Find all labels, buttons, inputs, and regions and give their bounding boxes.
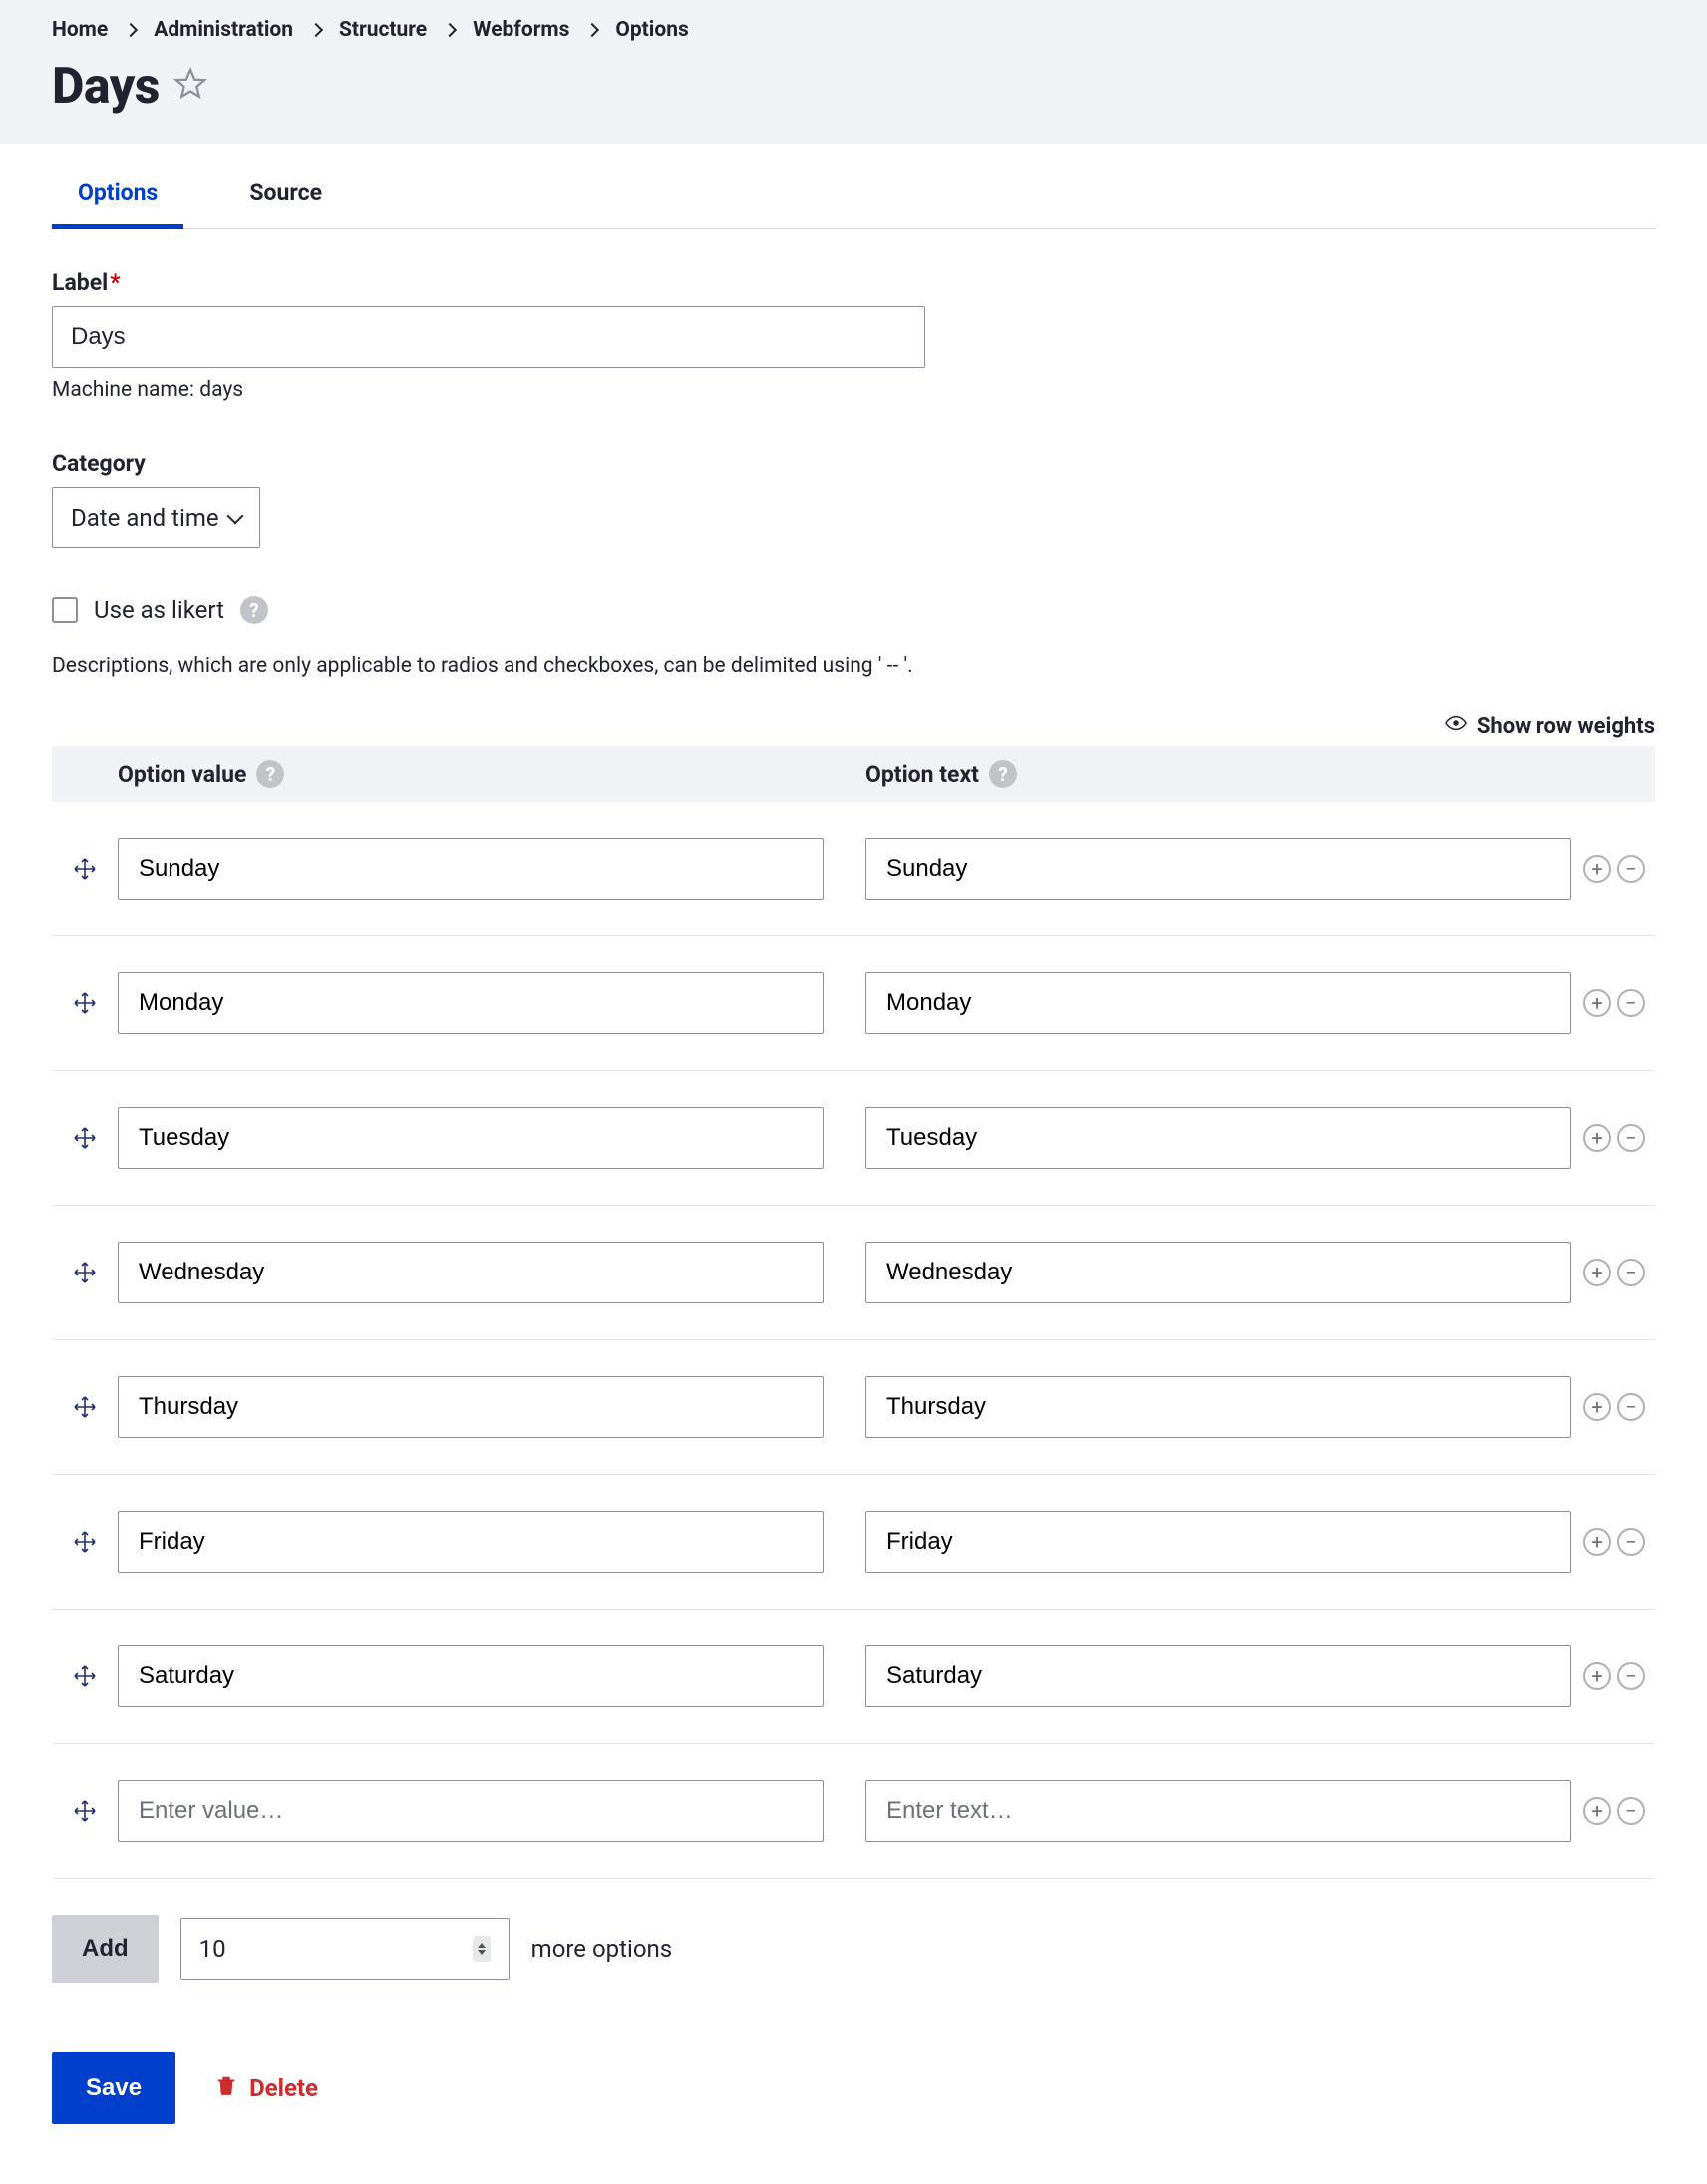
label-field-label: Label* (52, 269, 1655, 296)
remove-row-icon[interactable]: − (1617, 1797, 1645, 1825)
drag-handle-icon[interactable] (52, 1530, 118, 1554)
trash-icon (215, 2073, 237, 2103)
breadcrumb-item-options[interactable]: Options (615, 18, 688, 42)
save-button[interactable]: Save (52, 2052, 175, 2124)
likert-checkbox[interactable] (52, 597, 78, 623)
drag-handle-icon[interactable] (52, 1799, 118, 1823)
option-value-input[interactable] (118, 1780, 824, 1842)
footer-actions: Save Delete (52, 2052, 1655, 2124)
number-stepper-icon[interactable] (473, 1936, 491, 1962)
label-input[interactable] (52, 306, 925, 368)
add-row-icon[interactable]: + (1583, 1662, 1611, 1690)
show-row-weights[interactable]: Show row weights (52, 712, 1655, 740)
likert-label: Use as likert (94, 596, 224, 624)
add-row-icon[interactable]: + (1583, 1797, 1611, 1825)
help-icon[interactable]: ? (240, 596, 268, 624)
add-row-icon[interactable]: + (1583, 1528, 1611, 1556)
remove-row-icon[interactable]: − (1617, 989, 1645, 1017)
remove-row-icon[interactable]: − (1617, 855, 1645, 883)
table-row: + − (52, 936, 1655, 1071)
option-value-input[interactable] (118, 1376, 824, 1438)
add-button[interactable]: Add (52, 1915, 159, 1983)
drag-handle-icon[interactable] (52, 1664, 118, 1688)
remove-row-icon[interactable]: − (1617, 1393, 1645, 1421)
drag-handle-icon[interactable] (52, 991, 118, 1015)
add-count-value: 10 (199, 1935, 226, 1963)
option-text-input[interactable] (865, 1780, 1571, 1842)
option-value-input[interactable] (118, 972, 824, 1034)
remove-row-icon[interactable]: − (1617, 1124, 1645, 1152)
breadcrumb-item-webforms[interactable]: Webforms (473, 18, 569, 42)
machine-name-text: Machine name: days (52, 378, 1655, 402)
description-note: Descriptions, which are only applicable … (52, 654, 1655, 678)
option-text-input[interactable] (865, 1376, 1571, 1438)
option-text-input[interactable] (865, 1645, 1571, 1707)
chevron-right-icon (309, 23, 323, 37)
drag-handle-icon[interactable] (52, 1126, 118, 1150)
option-value-input[interactable] (118, 1107, 824, 1169)
remove-row-icon[interactable]: − (1617, 1259, 1645, 1286)
show-row-weights-label: Show row weights (1477, 714, 1655, 739)
chevron-right-icon (585, 23, 599, 37)
drag-handle-icon[interactable] (52, 857, 118, 881)
breadcrumb-item-structure[interactable]: Structure (339, 18, 427, 42)
header-region: Home Administration Structure Webforms O… (0, 0, 1707, 144)
help-icon[interactable]: ? (256, 760, 284, 788)
table-row: + − (52, 802, 1655, 936)
option-text-input[interactable] (865, 1242, 1571, 1303)
add-row-icon[interactable]: + (1583, 1124, 1611, 1152)
option-text-input[interactable] (865, 972, 1571, 1034)
eye-icon (1445, 712, 1467, 740)
chevron-right-icon (443, 23, 457, 37)
option-value-input[interactable] (118, 1511, 824, 1573)
drag-handle-icon[interactable] (52, 1261, 118, 1284)
option-text-input[interactable] (865, 838, 1571, 900)
remove-row-icon[interactable]: − (1617, 1662, 1645, 1690)
category-select[interactable]: Date and time (52, 487, 260, 548)
tab-options[interactable]: Options (52, 166, 183, 229)
table-row: + − (52, 1071, 1655, 1206)
option-value-input[interactable] (118, 1242, 824, 1303)
field-label-block: Label* Machine name: days (52, 269, 1655, 402)
table-header: Option value ? Option text ? (52, 746, 1655, 802)
breadcrumb-item-home[interactable]: Home (52, 18, 108, 42)
likert-row: Use as likert ? (52, 596, 1655, 624)
table-row: + − (52, 1610, 1655, 1744)
add-suffix-label: more options (531, 1935, 673, 1963)
chevron-right-icon (124, 23, 138, 37)
remove-row-icon[interactable]: − (1617, 1528, 1645, 1556)
add-row-icon[interactable]: + (1583, 989, 1611, 1017)
delete-label: Delete (249, 2074, 318, 2102)
add-more-row: Add 10 more options (52, 1915, 1655, 1983)
chevron-down-icon (226, 508, 243, 525)
tabs: Options Source (52, 144, 1655, 229)
category-select-value: Date and time (71, 504, 219, 532)
th-option-value: Option value (118, 761, 246, 788)
table-row-empty: + − (52, 1744, 1655, 1879)
breadcrumb: Home Administration Structure Webforms O… (52, 18, 1655, 42)
table-row: + − (52, 1475, 1655, 1610)
add-row-icon[interactable]: + (1583, 1393, 1611, 1421)
add-row-icon[interactable]: + (1583, 1259, 1611, 1286)
star-outline-icon[interactable] (173, 67, 207, 107)
page-title: Days (52, 58, 160, 116)
options-table: Option value ? Option text ? + (52, 746, 1655, 1879)
help-icon[interactable]: ? (989, 760, 1017, 788)
drag-handle-icon[interactable] (52, 1395, 118, 1419)
add-row-icon[interactable]: + (1583, 855, 1611, 883)
table-row: + − (52, 1206, 1655, 1340)
option-value-input[interactable] (118, 1645, 824, 1707)
delete-link[interactable]: Delete (215, 2073, 318, 2103)
breadcrumb-item-administration[interactable]: Administration (154, 18, 293, 42)
table-row: + − (52, 1340, 1655, 1475)
add-count-input[interactable]: 10 (180, 1918, 510, 1980)
category-field-label: Category (52, 450, 1655, 477)
th-option-text: Option text (865, 761, 979, 788)
required-icon: * (110, 269, 120, 296)
field-category-block: Category Date and time (52, 450, 1655, 548)
option-text-input[interactable] (865, 1511, 1571, 1573)
option-value-input[interactable] (118, 838, 824, 900)
option-text-input[interactable] (865, 1107, 1571, 1169)
tab-source[interactable]: Source (223, 166, 348, 228)
